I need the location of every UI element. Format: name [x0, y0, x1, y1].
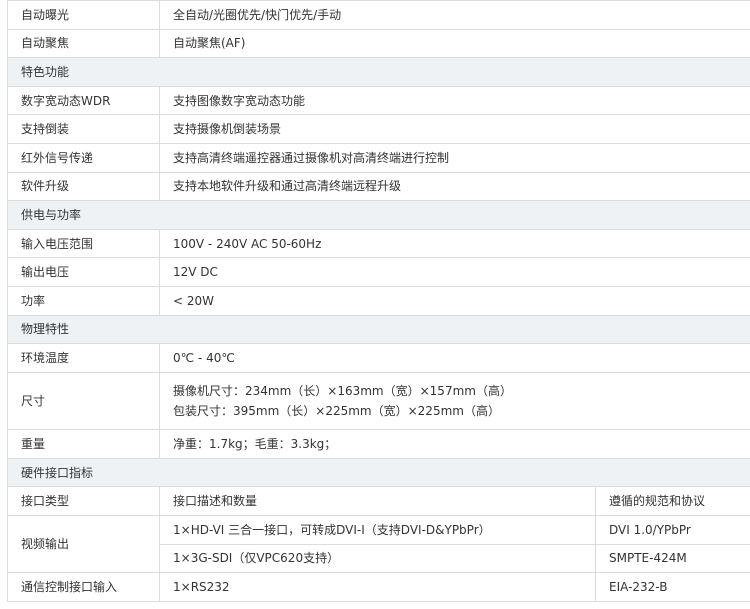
row-value: 0℃ - 40℃: [158, 343, 750, 373]
row-desc: 1×HD-VI 三合一接口，可转成DVI-I（支持DVI-D&YPbPr）: [159, 515, 596, 545]
section-header-row: 物理特性: [6, 314, 750, 345]
table-row: 红外信号传递 支持高清终端遥控器通过摄像机对高清终端进行控制: [7, 142, 750, 173]
row-value: 支持摄像机倒装场景: [158, 114, 750, 144]
row-label: 自动聚焦: [7, 28, 160, 59]
spec-table: 自动曝光 全自动/光圈优先/快门优先/手动 自动聚焦 自动聚焦(AF) 特色功能…: [6, 0, 750, 602]
row-label: 功率: [7, 285, 160, 316]
table-row: 尺寸 摄像机尺寸：234mm（长）×163mm（宽）×157mm（高） 包装尺寸…: [7, 371, 750, 431]
row-spec: SMPTE-424M: [594, 543, 750, 574]
row-label: 输入电压范围: [7, 228, 160, 259]
size-line-camera: 摄像机尺寸：234mm（长）×163mm（宽）×157mm（高）: [173, 383, 512, 398]
row-label: 尺寸: [7, 371, 160, 431]
row-label: 通信控制接口输入: [7, 572, 160, 602]
row-value: 全自动/光圈优先/快门优先/手动: [158, 0, 750, 30]
table-row: 输出电压 12V DC: [7, 257, 750, 287]
table-row: 视频输出 1×HD-VI 三合一接口，可转成DVI-I（支持DVI-D&YPbP…: [7, 514, 750, 574]
row-label: 软件升级: [7, 171, 160, 202]
header-desc: 接口描述和数量: [159, 486, 596, 516]
row-spec: DVI 1.0/YPbPr: [594, 515, 750, 545]
table-row: 通信控制接口输入 1×RS232 EIA-232-B: [7, 572, 750, 602]
row-value: 支持本地软件升级和通过高清终端远程升级: [158, 171, 750, 202]
table-row: 重量 净重：1.7kg；毛重：3.3kg；: [7, 429, 750, 459]
table-row: 环境温度 0℃ - 40℃: [7, 343, 750, 373]
row-value: 12V DC: [158, 257, 750, 287]
row-label: 视频输出: [7, 514, 160, 574]
table-row: 自动曝光 全自动/光圈优先/快门优先/手动: [7, 0, 750, 30]
section-header-row: 硬件接口指标: [6, 457, 750, 488]
row-value: 支持图像数字宽动态功能: [158, 85, 750, 116]
header-spec: 遵循的规范和协议: [594, 486, 750, 516]
section-title-features: 特色功能: [6, 57, 750, 87]
row-value: < 20W: [158, 285, 750, 316]
section-header-row: 特色功能: [6, 57, 750, 87]
row-desc: 1×3G-SDI（仅VPC620支持）: [159, 543, 596, 574]
row-value: 摄像机尺寸：234mm（长）×163mm（宽）×157mm（高） 包装尺寸：39…: [158, 371, 750, 431]
row-label: 输出电压: [7, 257, 160, 287]
section-title-power: 供电与功率: [6, 200, 750, 230]
row-label: 支持倒装: [7, 114, 160, 144]
table-row: 数字宽动态WDR 支持图像数字宽动态功能: [7, 85, 750, 116]
row-value: 支持高清终端遥控器通过摄像机对高清终端进行控制: [158, 142, 750, 173]
table-row: 输入电压范围 100V - 240V AC 50-60Hz: [7, 228, 750, 259]
table-row: 功率 < 20W: [7, 285, 750, 316]
row-spec: EIA-232-B: [594, 572, 750, 602]
row-label: 自动曝光: [7, 0, 160, 30]
table-header-row: 接口类型 接口描述和数量 遵循的规范和协议: [7, 486, 750, 516]
row-value: 自动聚焦(AF): [158, 28, 750, 59]
row-value: 净重：1.7kg；毛重：3.3kg；: [158, 429, 750, 459]
row-value: 100V - 240V AC 50-60Hz: [158, 228, 750, 259]
row-label: 数字宽动态WDR: [7, 85, 160, 116]
row-label: 重量: [7, 429, 160, 459]
size-line-package: 包装尺寸：395mm（长）×225mm（宽）×225mm（高）: [173, 403, 500, 418]
header-type: 接口类型: [7, 486, 160, 516]
table-row: 支持倒装 支持摄像机倒装场景: [7, 114, 750, 144]
row-label: 红外信号传递: [7, 142, 160, 173]
section-title-hardware: 硬件接口指标: [6, 457, 750, 488]
section-header-row: 供电与功率: [6, 200, 750, 230]
table-row: 自动聚焦 自动聚焦(AF): [7, 28, 750, 59]
table-row: 软件升级 支持本地软件升级和通过高清终端远程升级: [7, 171, 750, 202]
section-title-physical: 物理特性: [6, 314, 750, 345]
row-label: 环境温度: [7, 343, 160, 373]
row-desc: 1×RS232: [159, 572, 596, 602]
